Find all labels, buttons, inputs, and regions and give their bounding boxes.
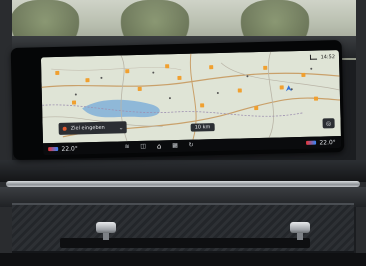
- poi-marker[interactable]: [71, 100, 77, 105]
- climate-quick-controls: ≋ ◫ ⌂ ▦ ↻: [119, 141, 199, 151]
- chevron-down-icon[interactable]: ⌄: [119, 124, 124, 131]
- poi-marker[interactable]: [263, 65, 268, 70]
- poi-marker[interactable]: [279, 85, 284, 90]
- poi-marker[interactable]: [137, 86, 142, 91]
- poi-marker[interactable]: [200, 103, 205, 108]
- infotainment-display: 14:52 Ziel eingeben ⌄ 10 km ◎ 22.0° ≋ ◫ …: [10, 39, 345, 161]
- poi-marker[interactable]: [209, 65, 214, 70]
- driver-temperature-control[interactable]: 22.0°: [43, 145, 83, 153]
- vehicle-position-icon: [285, 85, 292, 92]
- display-lower-bezel: [0, 160, 366, 182]
- vent-knob-right[interactable]: [290, 222, 310, 233]
- floor-shadow: [0, 253, 366, 266]
- air-vent-slot: [60, 238, 310, 248]
- destination-pin-icon: [62, 126, 67, 131]
- driver-temperature-value: 22.0°: [61, 144, 78, 153]
- poi-marker[interactable]: [301, 72, 306, 77]
- seat-climate-icon: [306, 140, 317, 145]
- poi-marker[interactable]: [85, 78, 90, 83]
- seat-climate-icon: [48, 146, 59, 152]
- road-minor: [267, 51, 274, 138]
- poi-marker[interactable]: [313, 96, 319, 101]
- vent-knob-left[interactable]: [96, 222, 116, 233]
- a-pillar-left: [0, 0, 12, 266]
- a-pillar-right: [356, 0, 366, 266]
- passenger-temperature-value: 22.0°: [319, 138, 336, 147]
- map-scale-indicator: 10 km: [190, 123, 215, 132]
- clock-time: 14:52: [320, 53, 336, 60]
- poi-marker[interactable]: [237, 88, 242, 93]
- status-bar: 14:52: [309, 52, 335, 62]
- display-screen: 14:52 Ziel eingeben ⌄ 10 km ◎ 22.0° ≋ ◫ …: [40, 50, 342, 156]
- home-icon[interactable]: ⌂: [151, 142, 167, 150]
- passenger-temperature-control[interactable]: 22.0°: [301, 139, 341, 147]
- recirculation-icon[interactable]: ↻: [183, 141, 199, 149]
- signal-icon: [309, 54, 317, 60]
- poi-marker[interactable]: [254, 106, 259, 111]
- defrost-icon[interactable]: ▦: [167, 142, 183, 150]
- navigation-map[interactable]: 14:52 Ziel eingeben ⌄ 10 km ◎: [40, 50, 341, 144]
- destination-search-field[interactable]: Ziel eingeben ⌄: [58, 121, 127, 135]
- destination-search-label: Ziel eingeben: [70, 124, 105, 132]
- poi-marker[interactable]: [177, 75, 182, 80]
- map-layers-icon: ◎: [325, 119, 332, 127]
- road-minor: [51, 67, 182, 71]
- fan-icon[interactable]: ≋: [119, 143, 135, 151]
- poi-marker[interactable]: [165, 64, 170, 69]
- map-view-toggle-button[interactable]: ◎: [322, 118, 335, 129]
- poi-marker[interactable]: [125, 69, 130, 74]
- poi-marker[interactable]: [55, 70, 60, 75]
- seat-heat-icon[interactable]: ◫: [135, 143, 151, 151]
